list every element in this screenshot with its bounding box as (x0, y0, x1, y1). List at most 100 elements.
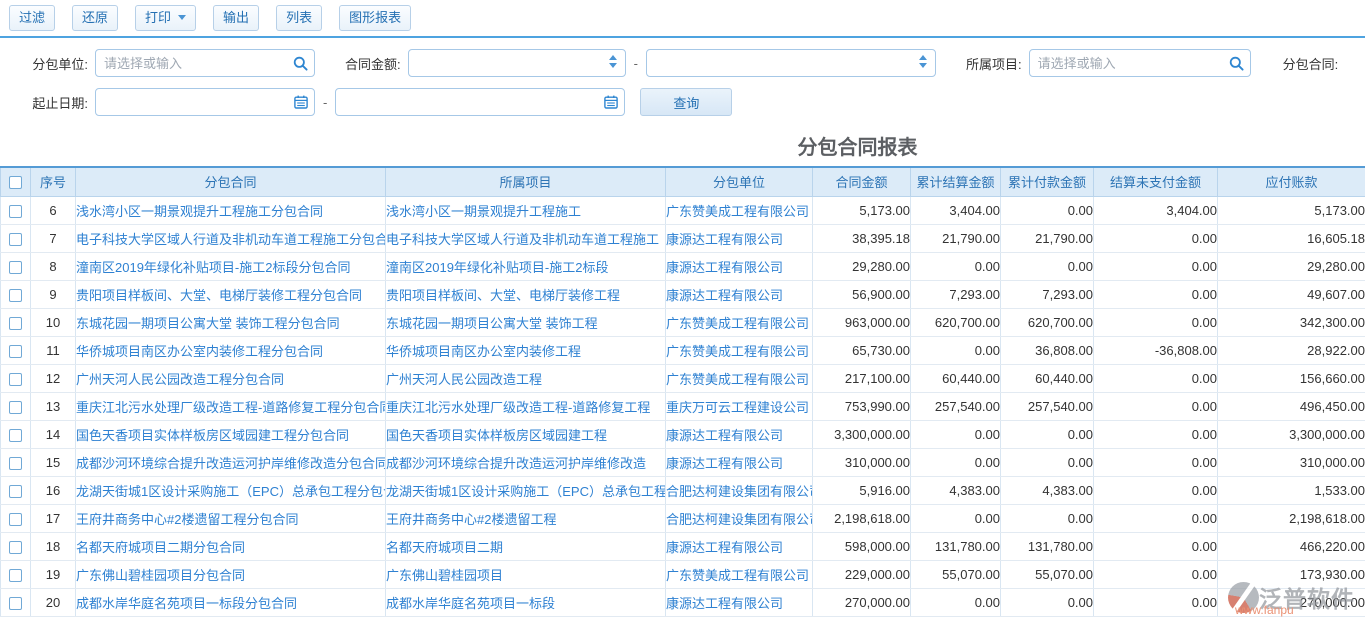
row-checkbox[interactable] (9, 597, 22, 610)
unit-link[interactable]: 广东赞美成工程有限公司 (666, 364, 813, 392)
payable-cell: 156,660.00 (1218, 364, 1365, 392)
search-button[interactable]: 查询 (640, 88, 732, 116)
unit-link[interactable]: 合肥达柯建设集团有限公司 (666, 504, 813, 532)
list-view-button[interactable]: 列表 (276, 5, 322, 31)
export-button[interactable]: 输出 (213, 5, 259, 31)
row-checkbox-cell (1, 308, 31, 336)
project-link[interactable]: 成都水岸华庭名苑项目一标段 (386, 588, 666, 616)
payable-cell: 496,450.00 (1218, 392, 1365, 420)
spinner-down-icon[interactable] (609, 63, 617, 68)
project-link[interactable]: 浅水湾小区一期景观提升工程施工 (386, 196, 666, 224)
project-link[interactable]: 重庆江北污水处理厂级改造工程-道路修复工程 (386, 392, 666, 420)
spinner-up-icon[interactable] (919, 55, 927, 60)
subcontract-unit-input[interactable] (95, 49, 315, 77)
row-checkbox[interactable] (9, 205, 22, 218)
calendar-icon[interactable] (604, 95, 618, 114)
row-checkbox[interactable] (9, 569, 22, 582)
table-row: 9 贵阳项目样板间、大堂、电梯厅装修工程分包合同 贵阳项目样板间、大堂、电梯厅装… (1, 280, 1365, 308)
paid-amount-cell: 620,700.00 (1001, 308, 1094, 336)
contract-link[interactable]: 东城花园一期项目公寓大堂 装饰工程分包合同 (76, 308, 386, 336)
restore-button[interactable]: 还原 (72, 5, 118, 31)
project-link[interactable]: 成都沙河环境综合提升改造运河护岸维修改造 (386, 448, 666, 476)
project-link[interactable]: 电子科技大学区域人行道及非机动车道工程施工 (386, 224, 666, 252)
unit-link[interactable]: 重庆万可云工程建设公司 (666, 392, 813, 420)
row-checkbox[interactable] (9, 289, 22, 302)
contract-link[interactable]: 国色天香项目实体样板房区域园建工程分包合同 (76, 420, 386, 448)
project-link[interactable]: 国色天香项目实体样板房区域园建工程 (386, 420, 666, 448)
spinner-down-icon[interactable] (919, 63, 927, 68)
project-link[interactable]: 潼南区2019年绿化补贴项目-施工2标段 (386, 252, 666, 280)
unit-link[interactable]: 康源达工程有限公司 (666, 588, 813, 616)
amount-from-field (408, 49, 626, 77)
spinner-up-icon[interactable] (609, 55, 617, 60)
seq-cell: 17 (31, 504, 76, 532)
table-row: 6 浅水湾小区一期景观提升工程施工分包合同 浅水湾小区一期景观提升工程施工 广东… (1, 196, 1365, 224)
project-link[interactable]: 广州天河人民公园改造工程 (386, 364, 666, 392)
row-checkbox[interactable] (9, 373, 22, 386)
unit-link[interactable]: 康源达工程有限公司 (666, 280, 813, 308)
contract-link[interactable]: 华侨城项目南区办公室内装修工程分包合同 (76, 336, 386, 364)
print-button[interactable]: 打印 (135, 5, 196, 31)
unit-link[interactable]: 广东赞美成工程有限公司 (666, 560, 813, 588)
unit-link[interactable]: 广东赞美成工程有限公司 (666, 336, 813, 364)
row-checkbox[interactable] (9, 401, 22, 414)
paid-amount-cell: 0.00 (1001, 196, 1094, 224)
contract-link[interactable]: 电子科技大学区域人行道及非机动车道工程施工分包合同 (76, 224, 386, 252)
row-checkbox[interactable] (9, 429, 22, 442)
select-all-checkbox[interactable] (9, 176, 22, 189)
date-from-input[interactable] (95, 88, 315, 116)
calendar-icon[interactable] (294, 95, 308, 114)
project-link[interactable]: 广东佛山碧桂园项目 (386, 560, 666, 588)
project-link[interactable]: 名都天府城项目二期 (386, 532, 666, 560)
graph-report-button[interactable]: 图形报表 (339, 5, 411, 31)
contract-link[interactable]: 名都天府城项目二期分包合同 (76, 532, 386, 560)
contract-link[interactable]: 成都沙河环境综合提升改造运河护岸维修改造分包合同 (76, 448, 386, 476)
col-header-payable: 应付账款 (1218, 167, 1365, 196)
project-link[interactable]: 华侨城项目南区办公室内装修工程 (386, 336, 666, 364)
unit-link[interactable]: 康源达工程有限公司 (666, 420, 813, 448)
row-checkbox[interactable] (9, 233, 22, 246)
unit-link[interactable]: 康源达工程有限公司 (666, 532, 813, 560)
row-checkbox-cell (1, 392, 31, 420)
unit-link[interactable]: 康源达工程有限公司 (666, 252, 813, 280)
unit-link[interactable]: 广东赞美成工程有限公司 (666, 308, 813, 336)
filter-button[interactable]: 过滤 (9, 5, 55, 31)
project-link[interactable]: 贵阳项目样板间、大堂、电梯厅装修工程 (386, 280, 666, 308)
spinner-icons[interactable] (919, 55, 927, 68)
contract-link[interactable]: 广东佛山碧桂园项目分包合同 (76, 560, 386, 588)
contract-link[interactable]: 成都水岸华庭名苑项目一标段分包合同 (76, 588, 386, 616)
row-checkbox[interactable] (9, 541, 22, 554)
amount-from-input[interactable] (408, 49, 626, 77)
row-checkbox[interactable] (9, 345, 22, 358)
row-checkbox[interactable] (9, 261, 22, 274)
spinner-icons[interactable] (609, 55, 617, 68)
project-link[interactable]: 龙湖天街城1区设计采购施工（EPC）总承包工程 (386, 476, 666, 504)
contract-link[interactable]: 浅水湾小区一期景观提升工程施工分包合同 (76, 196, 386, 224)
unit-link[interactable]: 康源达工程有限公司 (666, 448, 813, 476)
contract-link[interactable]: 王府井商务中心#2楼遗留工程分包合同 (76, 504, 386, 532)
contract-link[interactable]: 潼南区2019年绿化补贴项目-施工2标段分包合同 (76, 252, 386, 280)
contract-link[interactable]: 龙湖天街城1区设计采购施工（EPC）总承包工程分包合同 (76, 476, 386, 504)
project-link[interactable]: 王府井商务中心#2楼遗留工程 (386, 504, 666, 532)
unit-link[interactable]: 康源达工程有限公司 (666, 224, 813, 252)
search-icon[interactable] (293, 56, 308, 76)
table-row: 11 华侨城项目南区办公室内装修工程分包合同 华侨城项目南区办公室内装修工程 广… (1, 336, 1365, 364)
table-row: 7 电子科技大学区域人行道及非机动车道工程施工分包合同 电子科技大学区域人行道及… (1, 224, 1365, 252)
payable-cell: 270,000.00 (1218, 588, 1365, 616)
contract-link[interactable]: 贵阳项目样板间、大堂、电梯厅装修工程分包合同 (76, 280, 386, 308)
row-checkbox[interactable] (9, 513, 22, 526)
project-input[interactable] (1029, 49, 1251, 77)
contract-link[interactable]: 重庆江北污水处理厂级改造工程-道路修复工程分包合同 (76, 392, 386, 420)
row-checkbox[interactable] (9, 317, 22, 330)
amount-to-input[interactable] (646, 49, 936, 77)
project-link[interactable]: 东城花园一期项目公寓大堂 装饰工程 (386, 308, 666, 336)
contract-link[interactable]: 广州天河人民公园改造工程分包合同 (76, 364, 386, 392)
unit-link[interactable]: 广东赞美成工程有限公司 (666, 196, 813, 224)
unit-link[interactable]: 合肥达柯建设集团有限公司 (666, 476, 813, 504)
row-checkbox[interactable] (9, 457, 22, 470)
unpaid-amount-cell: -36,808.00 (1094, 336, 1218, 364)
row-checkbox[interactable] (9, 485, 22, 498)
date-to-input[interactable] (335, 88, 625, 116)
search-icon[interactable] (1229, 56, 1244, 76)
date-range-label: 起止日期: (0, 93, 88, 112)
